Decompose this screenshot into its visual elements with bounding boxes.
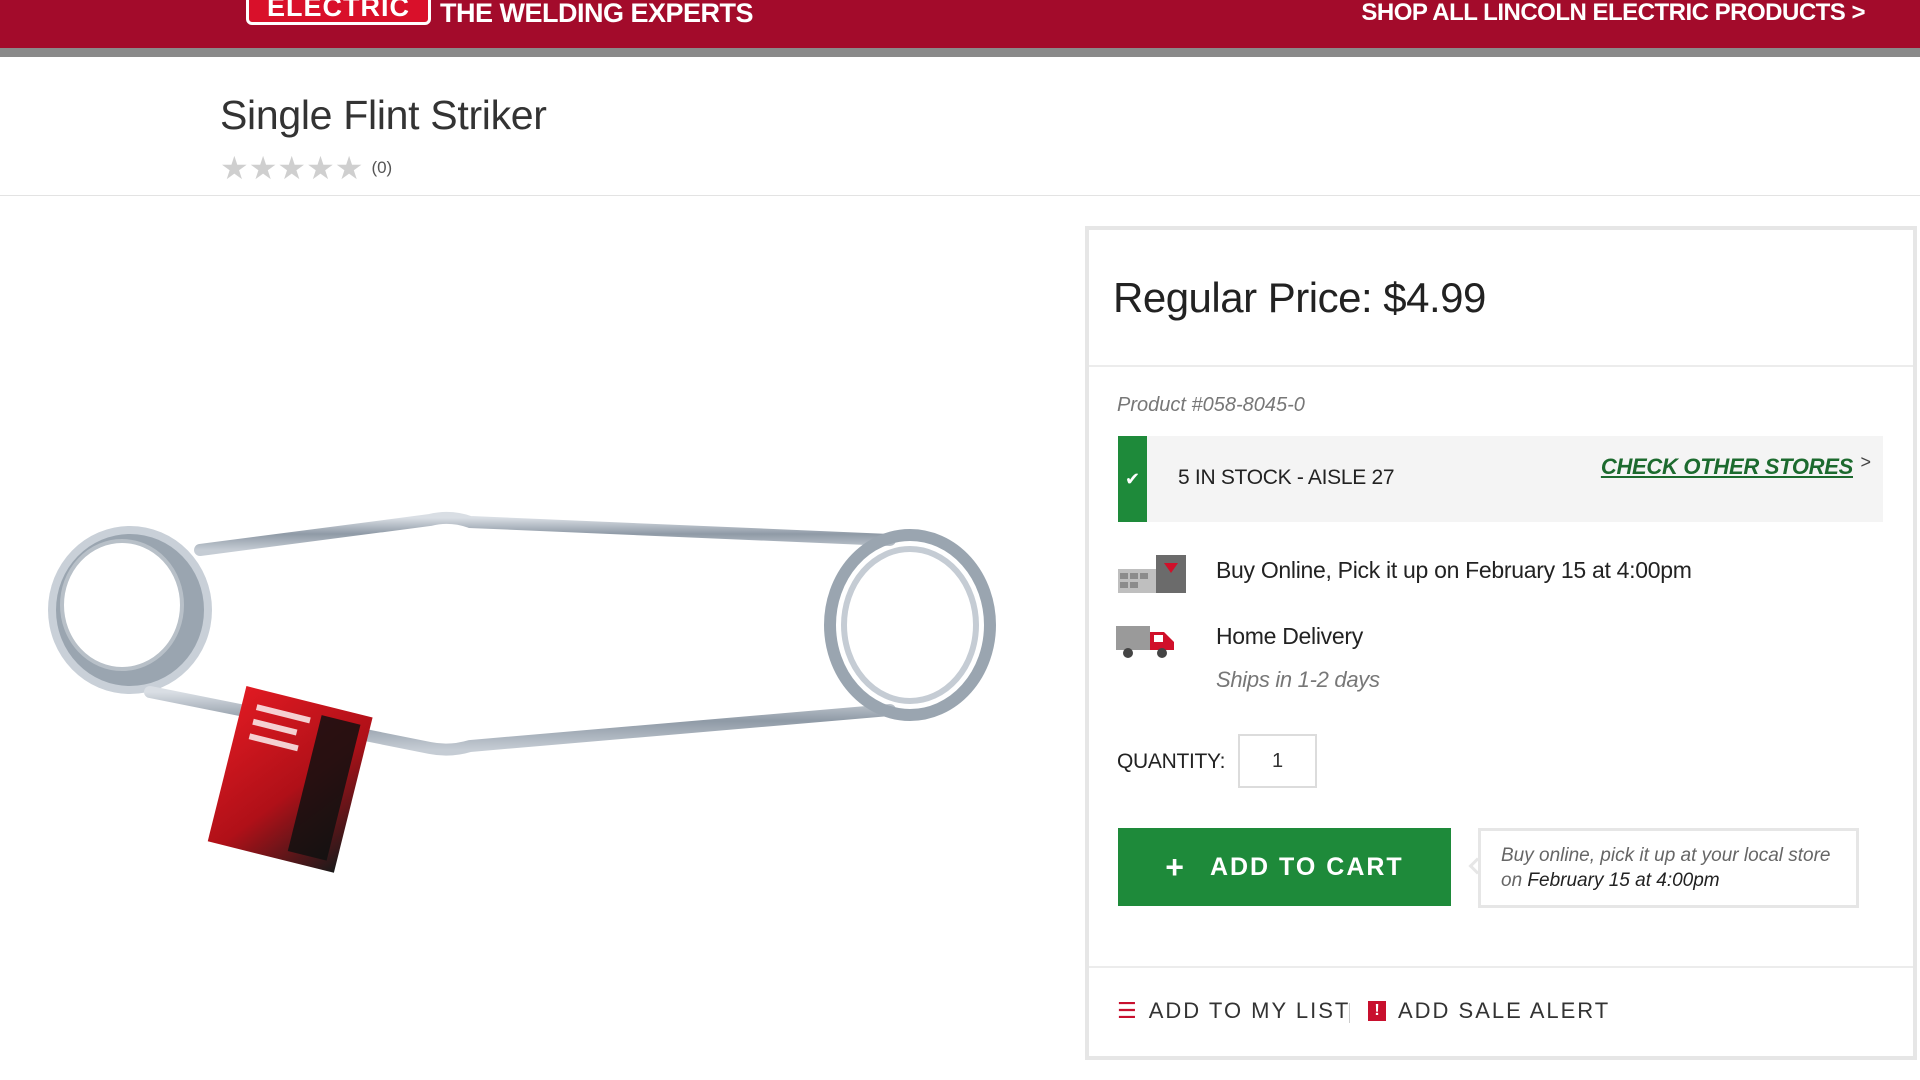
action-separator (1349, 1003, 1350, 1023)
product-rating[interactable]: ★ ★ ★ ★ ★ (0) (220, 152, 392, 184)
star-icon: ★ (277, 150, 307, 186)
check-other-stores-link[interactable]: CHECK OTHER STORES (1601, 454, 1853, 480)
product-title: Single Flint Striker (220, 92, 547, 138)
brand-logo[interactable]: ELECTRIC (246, 0, 431, 25)
ships-timeframe: Ships in 1-2 days (1216, 667, 1380, 692)
chevron-right-icon: > (1860, 452, 1871, 472)
list-icon: ☰ (1117, 998, 1137, 1023)
add-to-my-list-label: ADD TO MY LIST (1148, 998, 1351, 1023)
review-count[interactable]: (0) (371, 158, 392, 178)
delivery-truck-icon (1116, 626, 1174, 658)
pickup-note-text: Buy online, pick it up at your local sto… (1501, 845, 1831, 866)
star-icon: ★ (248, 150, 278, 186)
add-to-my-list-button[interactable]: ☰ ADD TO MY LIST (1117, 998, 1350, 1024)
store-pickup-icon (1118, 555, 1186, 593)
plus-icon: + (1165, 848, 1186, 885)
add-sale-alert-label: ADD SALE ALERT (1398, 998, 1611, 1023)
quantity-label: QUANTITY: (1117, 750, 1226, 773)
pickup-note-on: on (1501, 870, 1523, 891)
star-icon: ★ (220, 150, 249, 186)
pickup-note: Buy online, pick it up at your local sto… (1478, 828, 1859, 908)
pickup-info: Buy Online, Pick it up on February 15 at… (1216, 557, 1692, 583)
home-delivery-label: Home Delivery (1216, 623, 1363, 649)
quantity-input[interactable] (1238, 734, 1317, 788)
star-icon: ★ (334, 150, 364, 186)
add-to-cart-label: ADD TO CART (1209, 852, 1404, 881)
pickup-note-date: February 15 at 4:00pm (1527, 870, 1720, 891)
check-icon: ✔ (1118, 436, 1147, 522)
star-icon: ★ (306, 150, 335, 186)
brand-tagline: THE WELDING EXPERTS (440, 0, 754, 28)
actions-divider (1089, 966, 1913, 968)
title-divider (0, 195, 1920, 196)
regular-price: Regular Price: $4.99 (1113, 274, 1486, 321)
buy-box (1085, 226, 1917, 1060)
product-image[interactable] (30, 460, 1020, 930)
product-number: Product #058-8045-0 (1117, 394, 1305, 416)
alert-icon: ! (1368, 1001, 1386, 1021)
banner-rule (0, 48, 1920, 57)
shop-all-products-link[interactable]: SHOP ALL LINCOLN ELECTRIC PRODUCTS > (1361, 0, 1865, 26)
add-to-cart-button[interactable]: + ADD TO CART (1118, 828, 1451, 906)
price-divider (1089, 365, 1913, 367)
stock-status-bar: ✔ 5 IN STOCK - AISLE 27 CHECK OTHER STOR… (1118, 436, 1883, 522)
add-sale-alert-button[interactable]: ! ADD SALE ALERT (1368, 998, 1610, 1024)
stock-status: 5 IN STOCK - AISLE 27 (1178, 466, 1395, 489)
